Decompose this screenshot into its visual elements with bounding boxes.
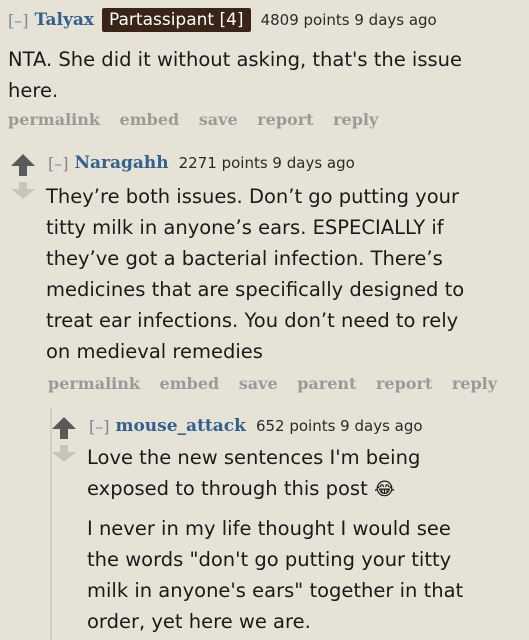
downvote-arrow-icon[interactable] xyxy=(51,445,77,462)
comment-line: medicines that are specifically designed… xyxy=(46,278,465,301)
vote-arrows xyxy=(51,417,77,462)
comment-actions: permalink embed save report reply xyxy=(8,110,528,129)
comment-line: I never in my life thought I would see xyxy=(87,517,451,540)
embed-link[interactable]: embed xyxy=(160,374,220,393)
comment-actions: permalink embed save parent report reply xyxy=(48,374,528,393)
comment-line: treat ear infections. You don’t need to … xyxy=(46,309,459,332)
save-link[interactable]: save xyxy=(199,110,238,129)
comment-tagline: [–] mouse_attack 652 points 9 days ago xyxy=(87,413,528,439)
embed-link[interactable]: embed xyxy=(120,110,180,129)
report-link[interactable]: report xyxy=(257,110,313,129)
comment-line: Love the new sentences I'm being xyxy=(87,446,421,469)
collapse-toggle[interactable]: [–] xyxy=(8,11,28,30)
comment-tagline: [–] Naragahh 2271 points 9 days ago xyxy=(46,150,528,176)
save-link[interactable]: save xyxy=(239,374,278,393)
comment-line: on medieval remedies xyxy=(46,340,263,363)
comment-line: They’re both issues. Don’t go putting yo… xyxy=(46,185,460,208)
comment-line: they’ve got a bacterial infection. There… xyxy=(46,247,443,270)
author-link[interactable]: Naragahh xyxy=(74,153,168,173)
score-time: 4809 points 9 days ago xyxy=(260,11,437,29)
comment-body: Love the new sentences I'm being exposed… xyxy=(87,442,528,637)
user-flair: Partassipant [4] xyxy=(102,8,251,32)
comment-talyax: [–] Talyax Partassipant [4] 4809 points … xyxy=(8,6,528,129)
author-link[interactable]: Talyax xyxy=(34,10,94,30)
comment-body: They’re both issues. Don’t go putting yo… xyxy=(46,181,528,367)
downvote-arrow-icon[interactable] xyxy=(10,182,36,199)
report-link[interactable]: report xyxy=(376,374,432,393)
author-link[interactable]: mouse_attack xyxy=(115,416,245,436)
parent-link[interactable]: parent xyxy=(297,374,356,393)
permalink-link[interactable]: permalink xyxy=(8,110,100,129)
upvote-arrow-icon[interactable] xyxy=(51,417,77,439)
collapse-toggle[interactable]: [–] xyxy=(89,417,109,436)
upvote-arrow-icon[interactable] xyxy=(10,154,36,176)
vote-arrows xyxy=(10,154,36,199)
comment-line: exposed to through this post 😂 xyxy=(87,473,528,505)
laughing-emoji-icon: 😂 xyxy=(373,479,395,500)
comment-tagline: [–] Talyax Partassipant [4] 4809 points … xyxy=(8,6,528,34)
comment-line: titty milk in anyone’s ears. ESPECIALLY … xyxy=(46,216,444,239)
comment-line: the words "don't go putting your titty xyxy=(87,548,452,571)
comment-body: NTA. She did it without asking, that's t… xyxy=(8,44,528,106)
comment-line: here. xyxy=(8,79,59,102)
comment-line: order, yet here we are. xyxy=(87,610,311,633)
comment-naragahh: [–] Naragahh 2271 points 9 days ago They… xyxy=(46,150,528,393)
reply-link[interactable]: reply xyxy=(333,110,378,129)
score-time: 2271 points 9 days ago xyxy=(178,154,355,172)
comment-mouse-attack: [–] mouse_attack 652 points 9 days ago L… xyxy=(87,413,528,637)
collapse-toggle[interactable]: [–] xyxy=(48,154,68,173)
comment-line: NTA. She did it without asking, that's t… xyxy=(8,48,463,71)
score-time: 652 points 9 days ago xyxy=(255,417,423,435)
reply-link[interactable]: reply xyxy=(452,374,497,393)
comment-line-text: exposed to through this post xyxy=(87,477,368,500)
comment-line: milk in anyone's ears" together in that xyxy=(87,579,464,602)
permalink-link[interactable]: permalink xyxy=(48,374,140,393)
